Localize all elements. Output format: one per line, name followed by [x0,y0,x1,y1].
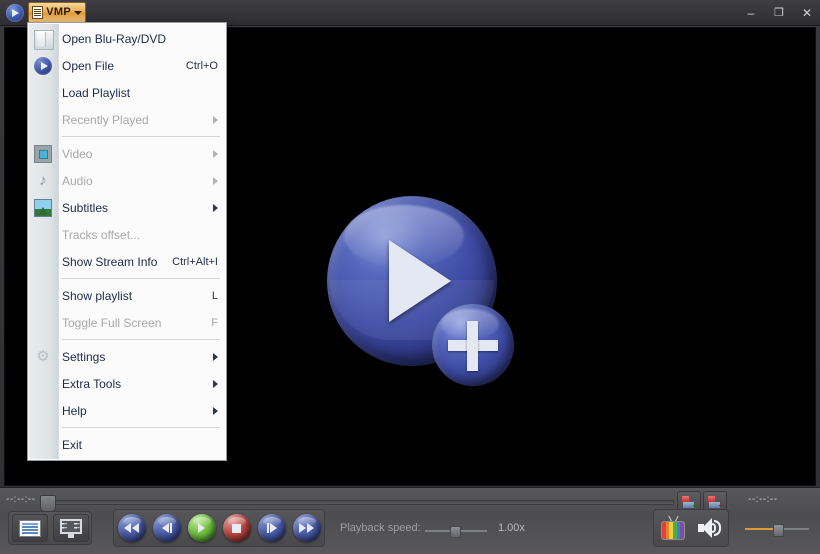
main-dropdown-menu[interactable]: Open Blu-Ray/DVD Open File Ctrl+O Load Play… [27,22,227,461]
menu-item-extra-tools[interactable]: Extra Tools [28,370,226,397]
menu-item-video: Video [28,140,226,167]
tv-icon [661,521,685,540]
menu-item-label: Show Stream Info [62,254,158,269]
menu-separator [62,136,220,137]
menu-item-label: Toggle Full Screen [62,315,162,330]
total-time: --:--:-- [748,494,778,505]
show-playlist-button[interactable] [11,514,48,542]
vmp-menu-button[interactable]: VMP [28,2,86,23]
bookmark-remove-icon: − [708,495,723,509]
menu-item-exit[interactable]: Exit [28,431,226,458]
window-buttons: – ❐ ✕ [744,0,814,26]
fullscreen-button[interactable]: ╾ ╾ ╾ ╾ [52,514,89,542]
tv-button[interactable] [659,515,687,541]
menu-item-shortcut: F [211,316,218,329]
vmp-menu-button-label: VMP [46,6,71,18]
folder-icon [34,30,54,50]
playback-speed-label: Playback speed: [340,522,421,534]
media-player-plus-logo [327,196,517,386]
menu-item-label: Open Blu-Ray/DVD [62,31,167,46]
menu-item-show-stream-info[interactable]: Show Stream Info Ctrl+Alt+I [28,248,226,275]
submenu-arrow-icon [213,176,218,185]
app-icon [6,4,24,22]
fast-forward-icon [293,514,321,542]
menu-item-shortcut: Ctrl+Alt+I [172,255,218,268]
menu-item-tracks-offset: Tracks offset... [28,221,226,248]
menu-separator [62,339,220,340]
elapsed-time: --:--:-- [6,494,36,505]
stop-icon [223,514,251,542]
submenu-arrow-icon [213,149,218,158]
film-icon [34,145,52,163]
submenu-arrow-icon [213,203,218,212]
maximize-button[interactable]: ❐ [772,7,786,19]
submenu-arrow-icon [213,115,218,124]
menu-item-label: Show playlist [62,288,133,303]
menu-item-label: Exit [62,437,83,452]
menu-item-label: Help [62,403,87,418]
rewind-icon [118,514,146,542]
menu-item-recently-played: Recently Played [28,106,226,133]
playback-speed-handle[interactable] [450,526,461,538]
menu-item-shortcut: L [211,289,218,302]
logo-play-triangle [389,240,451,322]
play-button[interactable] [187,514,216,542]
previous-button[interactable] [152,514,181,542]
transport-controls-group [113,509,325,547]
view-buttons-group: ╾ ╾ ╾ ╾ [8,511,92,545]
menu-separator [62,427,220,428]
playback-speed-value: 1.00x [498,522,525,534]
fullscreen-monitor-icon: ╾ ╾ ╾ ╾ [59,518,82,538]
menu-item-audio: ♪ Audio [28,167,226,194]
minimize-button[interactable]: – [744,7,758,19]
menu-item-toggle-full-screen: Toggle Full Screen F [28,309,226,336]
menu-item-label: Audio [62,173,93,188]
menu-item-shortcut: Ctrl+O [185,59,218,72]
previous-track-icon [153,514,181,542]
submenu-arrow-icon [213,406,218,415]
menu-item-label: Extra Tools [62,376,122,391]
menu-separator [62,278,220,279]
next-button[interactable] [257,514,286,542]
stop-button[interactable] [222,514,251,542]
menu-item-label: Subtitles [62,200,109,215]
menu-item-help[interactable]: Help [28,397,226,424]
audio-video-toggle-group [653,509,729,547]
next-track-icon [258,514,286,542]
menu-item-label: Recently Played [62,112,149,127]
menu-item-load-playlist[interactable]: Load Playlist [28,79,226,106]
seek-bar-handle[interactable] [40,495,56,512]
subtitle-image-icon [34,199,52,217]
chevron-down-icon [74,10,82,15]
menu-item-label: Video [62,146,93,161]
menu-item-open-file[interactable]: Open File Ctrl+O [28,52,226,79]
seek-bar[interactable] [44,500,674,505]
gear-icon: ⚙ [36,348,50,365]
logo-small-sphere [432,304,514,386]
submenu-arrow-icon [213,379,218,388]
playlist-icon [18,519,41,537]
open-file-icon [34,57,52,75]
logo-plus-vertical [467,321,478,371]
menu-item-label: Open File [62,58,115,73]
menu-item-label: Tracks offset... [62,227,141,242]
volume-slider-handle[interactable] [773,524,784,537]
music-note-icon: ♪ [39,172,47,189]
fast-forward-button[interactable] [292,514,321,542]
rewind-button[interactable] [117,514,146,542]
submenu-arrow-icon [213,352,218,361]
close-button[interactable]: ✕ [800,7,814,19]
mute-button[interactable] [697,516,723,540]
vmp-player-window: VMP – ❐ ✕ Open Blu-Ray/DVD Open File Ctrl+… [0,0,820,554]
menu-item-subtitles[interactable]: Subtitles [28,194,226,221]
menu-item-label: Settings [62,349,106,364]
list-menu-icon [32,6,44,19]
play-icon [188,514,216,542]
menu-item-label: Load Playlist [62,85,131,100]
bookmark-add-icon: + [682,495,697,509]
menu-item-show-playlist[interactable]: Show playlist L [28,282,226,309]
menu-item-settings[interactable]: ⚙ Settings [28,343,226,370]
menu-item-open-blu-ray-dvd[interactable]: Open Blu-Ray/DVD [28,25,226,52]
